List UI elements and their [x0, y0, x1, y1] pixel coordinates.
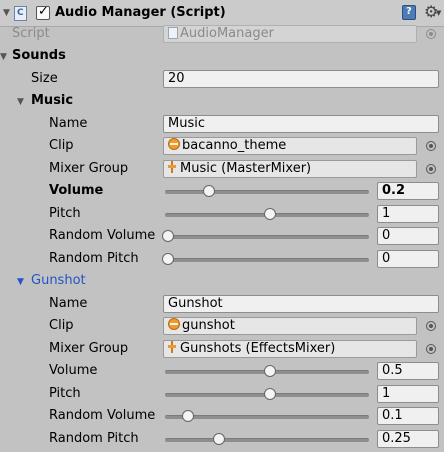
gunshot-volume-field[interactable]: 0.5 — [377, 362, 439, 380]
music-volume-label: Volume — [49, 183, 104, 198]
script-field: AudioManager — [163, 25, 417, 43]
music-mixer-field[interactable]: Music (MasterMixer) — [163, 160, 417, 178]
gunshot-mixer-label: Mixer Group — [49, 341, 129, 356]
script-icon: C — [14, 6, 27, 21]
audio-clip-icon — [168, 318, 180, 330]
gunshot-random-volume-slider-thumb[interactable] — [182, 410, 194, 422]
music-pitch-slider-thumb[interactable] — [264, 208, 276, 220]
gunshot-clip-field[interactable]: gunshot — [163, 317, 417, 335]
music-foldout-icon[interactable]: ▼ — [17, 97, 24, 107]
audio-clip-icon — [168, 138, 180, 150]
music-random-volume-slider-track[interactable] — [165, 235, 369, 239]
gunshot-mixer-picker-icon[interactable] — [426, 344, 436, 354]
mixer-group-icon — [168, 341, 176, 353]
gunshot-random-volume-label-clip: Random Volume — [49, 407, 163, 425]
script-label: Script — [12, 26, 50, 41]
music-volume-field[interactable]: 0.2 — [377, 182, 439, 200]
gunshot-volume-label: Volume — [49, 363, 98, 378]
size-field[interactable]: 20 — [163, 70, 439, 88]
gunshot-clip-label: Clip — [49, 318, 74, 333]
component-title: Audio Manager (Script) — [55, 5, 226, 20]
checkmark-icon: ✓ — [38, 4, 49, 19]
gunshot-element-label[interactable]: Gunshot — [31, 272, 86, 290]
gunshot-random-pitch-field[interactable]: 0.25 — [377, 430, 439, 448]
gunshot-pitch-slider-thumb[interactable] — [264, 388, 276, 400]
music-clip-value: bacanno_theme — [182, 138, 287, 153]
music-mixer-value: Music (MasterMixer) — [180, 161, 312, 176]
enabled-checkbox[interactable]: ✓ — [36, 4, 50, 20]
music-clip-picker-icon[interactable] — [426, 141, 436, 151]
gunshot-mixer-value: Gunshots (EffectsMixer) — [180, 341, 336, 356]
gunshot-random-pitch-label: Random Pitch — [49, 431, 139, 446]
music-name-label: Name — [49, 116, 88, 131]
dropdown-arrow-icon: ▼ — [436, 9, 442, 17]
music-volume-slider-thumb[interactable] — [203, 185, 215, 197]
music-random-pitch-slider-track[interactable] — [165, 258, 369, 262]
music-mixer-picker-icon[interactable] — [426, 164, 436, 174]
music-volume-slider-track[interactable] — [165, 190, 369, 194]
music-pitch-label: Pitch — [49, 206, 81, 221]
music-random-volume-label-clip: Random Volume — [49, 227, 163, 245]
sounds-foldout-icon[interactable]: ▼ — [0, 52, 7, 62]
gunshot-mixer-field[interactable]: Gunshots (EffectsMixer) — [163, 340, 417, 358]
music-mixer-label: Mixer Group — [49, 161, 129, 176]
gunshot-volume-slider-thumb[interactable] — [264, 365, 276, 377]
size-label: Size — [31, 71, 58, 86]
gunshot-clip-picker-icon[interactable] — [426, 321, 436, 331]
script-value: AudioManager — [180, 26, 274, 41]
gunshot-pitch-field[interactable]: 1 — [377, 385, 439, 403]
gunshot-random-volume-field[interactable]: 0.1 — [377, 407, 439, 425]
gunshot-foldout-icon[interactable]: ▼ — [17, 277, 24, 287]
music-clip-field[interactable]: bacanno_theme — [163, 137, 417, 155]
gunshot-random-volume-label: Random Volume — [49, 408, 156, 423]
mixer-group-icon — [168, 161, 176, 173]
music-name-field[interactable]: Music — [163, 115, 439, 133]
gunshot-name-label: Name — [49, 296, 88, 311]
gunshot-name-field[interactable]: Gunshot — [163, 295, 439, 313]
gunshot-pitch-label: Pitch — [49, 386, 81, 401]
music-random-pitch-field[interactable]: 0 — [377, 250, 439, 268]
music-clip-label: Clip — [49, 138, 74, 153]
music-element-label[interactable]: Music — [31, 92, 73, 110]
music-random-volume-slider-thumb[interactable] — [162, 230, 174, 242]
gunshot-random-pitch-slider-track[interactable] — [165, 438, 369, 442]
gunshot-random-volume-slider-track[interactable] — [165, 415, 369, 419]
gunshot-clip-value: gunshot — [182, 318, 235, 333]
music-random-volume-field[interactable]: 0 — [377, 227, 439, 245]
cs-script-icon — [168, 27, 178, 39]
foldout-arrow-icon[interactable]: ▼ — [3, 8, 10, 18]
music-pitch-field[interactable]: 1 — [377, 205, 439, 223]
music-random-pitch-label: Random Pitch — [49, 251, 139, 266]
component-header: ▼ C ✓ Audio Manager (Script) ? ⚙ ▼ — [0, 0, 444, 27]
gunshot-random-pitch-slider-thumb[interactable] — [213, 433, 225, 445]
music-random-pitch-slider-thumb[interactable] — [162, 253, 174, 265]
sounds-label[interactable]: Sounds — [12, 47, 66, 65]
help-book-icon[interactable]: ? — [402, 5, 416, 20]
music-random-volume-label: Random Volume — [49, 228, 156, 243]
object-picker-icon — [426, 29, 436, 39]
